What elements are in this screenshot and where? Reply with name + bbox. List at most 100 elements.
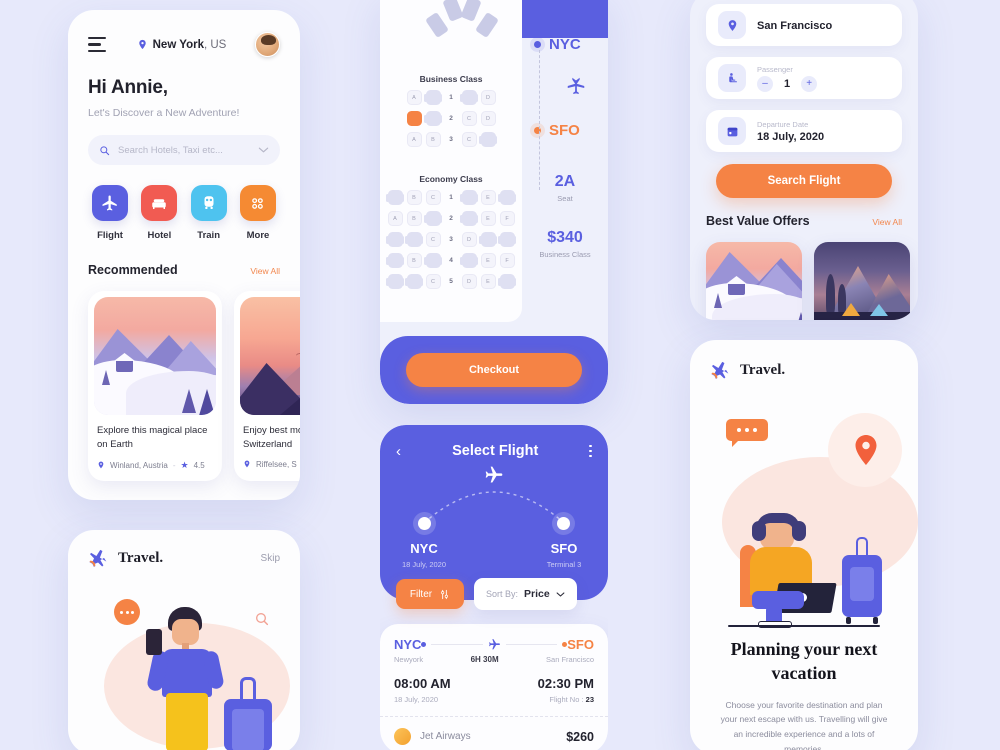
sort-value: Price	[524, 588, 550, 600]
chevron-down-icon[interactable]	[258, 146, 269, 154]
view-all-link[interactable]: View All	[250, 266, 280, 276]
departure-date-label: Departure Date	[757, 119, 809, 129]
seat-available[interactable]: F	[499, 253, 515, 268]
dots-vertical-icon[interactable]	[589, 444, 592, 458]
search-input[interactable]: Search Hotels, Taxi etc...	[88, 135, 280, 165]
seat-available[interactable]: E	[480, 190, 496, 205]
seat-available[interactable]: E	[480, 274, 496, 289]
location-indicator[interactable]: New York, US	[137, 38, 226, 51]
seat-occupied[interactable]	[479, 232, 497, 247]
seat-row: C 5 DE	[380, 274, 522, 289]
category-flight[interactable]: Flight	[88, 185, 132, 241]
seat-occupied[interactable]	[424, 111, 442, 126]
seat-occupied[interactable]	[460, 211, 478, 226]
search-icon	[100, 145, 110, 155]
seat-available[interactable]: D	[480, 90, 496, 105]
seat-occupied[interactable]	[498, 232, 516, 247]
avatar[interactable]	[254, 32, 280, 57]
seat-available[interactable]: D	[461, 232, 477, 247]
seat-occupied[interactable]	[424, 211, 442, 226]
depart-time: 08:00 AM	[394, 676, 451, 691]
seat-selected[interactable]	[406, 111, 422, 126]
quantity-stepper: – 1 +	[757, 75, 818, 92]
seat-available[interactable]: A	[406, 132, 422, 147]
list-item[interactable]	[814, 242, 910, 320]
seat-occupied[interactable]	[386, 274, 404, 289]
category-train[interactable]: Train	[187, 185, 231, 241]
seat-available[interactable]: A	[387, 211, 403, 226]
category-hotel[interactable]: Hotel	[137, 185, 181, 241]
seat-available[interactable]: B	[406, 190, 422, 205]
seat-available[interactable]: B	[425, 132, 441, 147]
seat-occupied[interactable]	[460, 190, 478, 205]
flight-price: $260	[566, 729, 594, 744]
seat-available[interactable]: B	[406, 211, 422, 226]
brand: Travel.	[710, 360, 898, 381]
passenger-field[interactable]: Passenger – 1 +	[706, 57, 902, 99]
filter-button[interactable]: Filter	[396, 579, 464, 609]
chat-dots-icon	[726, 419, 768, 441]
seat-available[interactable]: C	[425, 274, 441, 289]
chevron-left-icon[interactable]: ‹	[396, 444, 401, 459]
seat-occupied[interactable]	[498, 274, 516, 289]
seat-occupied[interactable]	[386, 190, 404, 205]
destination-sub: Terminal 3	[546, 560, 582, 569]
seat-available[interactable]: E	[480, 253, 496, 268]
list-item[interactable]: Explore this magical place on Earth Winl…	[88, 291, 222, 481]
seat-available[interactable]: A	[406, 90, 422, 105]
seat-caption: Seat	[557, 194, 573, 203]
to-city: San Francisco	[546, 655, 594, 664]
flight-result-card[interactable]: NYC SFO Newyork 6H 30M San Francisco 08:…	[380, 624, 608, 750]
seat-available[interactable]: E	[480, 211, 496, 226]
list-item[interactable]: Enjoy best moments in Switzerland Riffel…	[234, 291, 300, 481]
hamburger-icon[interactable]	[88, 36, 108, 53]
section-title: Recommended	[88, 263, 178, 277]
seat-row: C 3 D	[380, 232, 522, 247]
seat-available[interactable]: C	[425, 232, 441, 247]
seat-available[interactable]: C	[425, 190, 441, 205]
list-item[interactable]	[706, 242, 802, 320]
decrement-button[interactable]: –	[757, 75, 773, 92]
seat-available[interactable]: B	[406, 253, 422, 268]
seat-occupied[interactable]	[424, 90, 442, 105]
airline-logo-icon	[394, 728, 411, 745]
seat-occupied[interactable]	[479, 132, 497, 147]
destination-code: SFO	[549, 122, 580, 139]
seat-occupied[interactable]	[460, 90, 478, 105]
card-rating: 4.5	[193, 460, 205, 470]
seat-occupied[interactable]	[386, 232, 404, 247]
seat-row-number: 2	[449, 215, 453, 222]
seat-available[interactable]: D	[480, 111, 496, 126]
increment-button[interactable]: +	[801, 75, 818, 92]
seat-occupied[interactable]	[498, 190, 516, 205]
search-placeholder: Search Hotels, Taxi etc...	[118, 144, 223, 156]
seat-available[interactable]: C	[461, 132, 477, 147]
chat-dots-icon	[114, 599, 140, 625]
view-all-link[interactable]: View All	[872, 217, 902, 227]
seat-row: B 4 EF	[380, 253, 522, 268]
checkout-button[interactable]: Checkout	[406, 353, 582, 387]
seat-available[interactable]: F	[499, 211, 515, 226]
category-more[interactable]: More	[236, 185, 280, 241]
category-label: Flight	[97, 230, 123, 241]
flight-no-label: Flight No :	[549, 695, 584, 704]
location-city: New York	[152, 38, 204, 51]
category-list: Flight Hotel Train More	[88, 185, 280, 241]
from-code: NYC	[394, 637, 422, 652]
departure-date-field[interactable]: Departure Date 18 July, 2020	[706, 110, 902, 152]
seat-available[interactable]: C	[461, 111, 477, 126]
star-icon: ★	[180, 459, 189, 470]
card-meta: Riffelsee, S	[234, 452, 300, 469]
sort-dropdown[interactable]: Sort By: Price	[474, 578, 577, 610]
seat-occupied[interactable]	[405, 274, 423, 289]
destination-field[interactable]: San Francisco	[706, 4, 902, 46]
seat-available[interactable]: D	[461, 274, 477, 289]
seat-occupied[interactable]	[460, 253, 478, 268]
origin-endpoint	[418, 517, 431, 530]
seat-occupied[interactable]	[424, 253, 442, 268]
seat-occupied[interactable]	[405, 232, 423, 247]
search-flight-button[interactable]: Search Flight	[716, 164, 892, 198]
skip-button[interactable]: Skip	[261, 553, 280, 564]
grid-dots-icon	[239, 185, 276, 221]
seat-occupied[interactable]	[386, 253, 404, 268]
